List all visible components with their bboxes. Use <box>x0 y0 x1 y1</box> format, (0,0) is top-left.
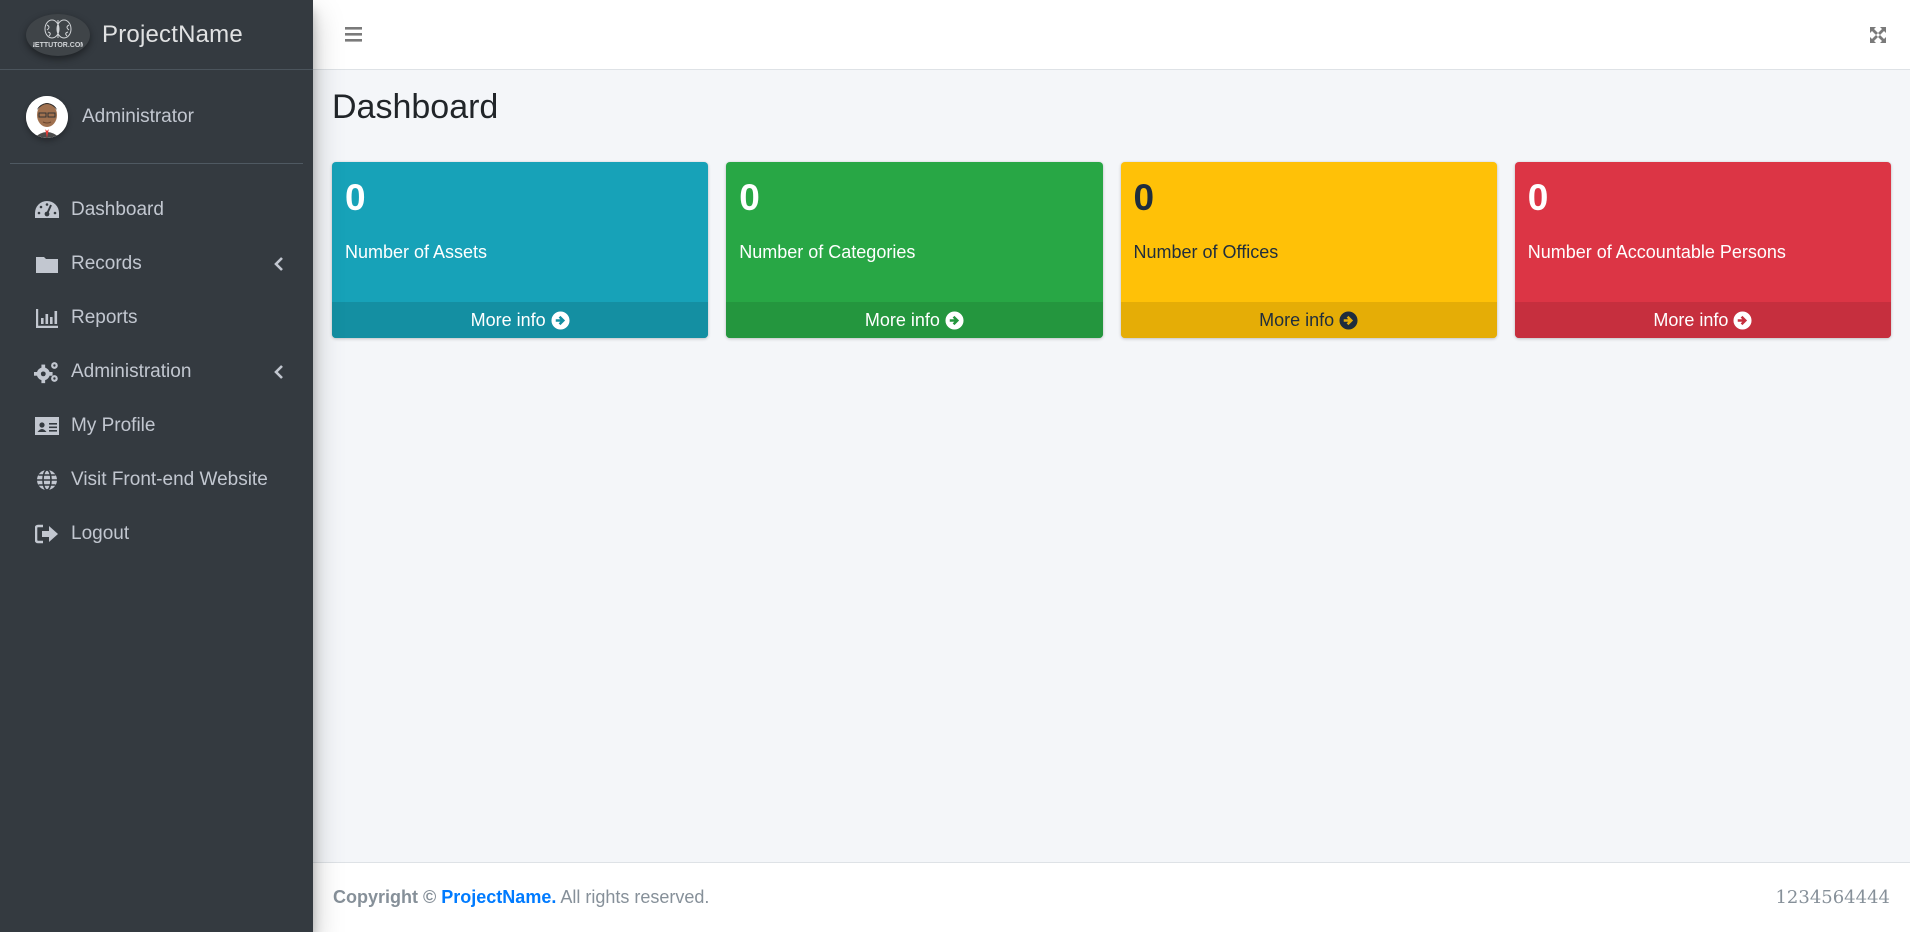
stat-card-categories: 0 Number of Categories More info <box>726 162 1103 338</box>
sidebar-item-label: Reports <box>71 307 138 328</box>
top-navbar <box>313 0 1910 70</box>
more-info-link[interactable]: More info <box>726 302 1103 338</box>
page-title: Dashboard <box>332 88 499 126</box>
sign-out-icon <box>34 522 60 546</box>
sidebar-item-logout[interactable]: Logout <box>0 507 313 561</box>
sidebar-item-label: Administration <box>71 361 192 382</box>
brand-logo-icon: NETTUTOR.COM <box>26 13 90 56</box>
sidebar-item-label: Records <box>71 253 142 274</box>
stat-cards: 0 Number of Assets More info 0 Number of… <box>332 162 1891 338</box>
user-avatar <box>26 95 68 138</box>
more-info-link[interactable]: More info <box>1514 302 1891 338</box>
svg-text:NETTUTOR.COM: NETTUTOR.COM <box>33 42 83 49</box>
sidebar-item-label: Visit Front-end Website <box>71 469 268 490</box>
stat-label: Number of Accountable Persons <box>1527 242 1786 263</box>
sidebar: NETTUTOR.COM ProjectName Administrator <box>0 0 313 932</box>
arrow-circle-right-icon <box>1339 310 1358 330</box>
stat-card-assets: 0 Number of Assets More info <box>332 162 709 338</box>
sidebar-item-records[interactable]: Records <box>0 237 313 291</box>
expand-icon[interactable] <box>1868 25 1888 45</box>
chevron-left-icon <box>273 364 285 380</box>
sidebar-item-label: Logout <box>71 523 130 544</box>
more-info-label: More info <box>1259 309 1335 330</box>
more-info-label: More info <box>864 309 940 330</box>
more-info-label: More info <box>1653 309 1729 330</box>
hamburger-icon[interactable] <box>343 24 365 44</box>
globe-icon <box>34 468 60 492</box>
copyright-prefix: Copyright © <box>333 887 437 907</box>
copyright: Copyright © ProjectName. All rights rese… <box>333 887 709 908</box>
stat-label: Number of Assets <box>345 242 488 263</box>
footer-right-text: 1234564444 <box>1775 887 1890 908</box>
rights-text: All rights reserved. <box>560 887 710 907</box>
sidebar-item-label: My Profile <box>71 415 156 436</box>
tachometer-icon <box>34 198 60 222</box>
brand-link[interactable]: NETTUTOR.COM ProjectName <box>0 0 313 70</box>
project-link[interactable]: ProjectName. <box>441 887 556 907</box>
sidebar-item-visit-website[interactable]: Visit Front-end Website <box>0 453 313 507</box>
stat-label: Number of Categories <box>739 242 916 263</box>
sidebar-item-my-profile[interactable]: My Profile <box>0 399 313 453</box>
user-name: Administrator <box>82 105 194 127</box>
stat-count: 0 <box>739 177 760 218</box>
stat-card-accountable-persons: 0 Number of Accountable Persons More inf… <box>1514 162 1891 338</box>
stat-label: Number of Offices <box>1133 242 1279 263</box>
more-info-link[interactable]: More info <box>332 302 709 338</box>
sidebar-item-administration[interactable]: Administration <box>0 345 313 399</box>
chevron-left-icon <box>273 256 285 272</box>
sidebar-item-reports[interactable]: Reports <box>0 291 313 345</box>
folder-icon <box>34 252 60 276</box>
cogs-icon <box>34 360 60 384</box>
sidebar-nav: Dashboard Records Reports Administration <box>0 183 313 561</box>
bar-chart-icon <box>34 306 60 330</box>
arrow-circle-right-icon <box>551 310 570 330</box>
id-card-icon <box>34 414 60 438</box>
user-panel[interactable]: Administrator <box>10 70 303 164</box>
stat-count: 0 <box>345 177 366 218</box>
arrow-circle-right-icon <box>945 310 964 330</box>
stat-count: 0 <box>1527 177 1549 218</box>
more-info-link[interactable]: More info <box>1120 302 1497 338</box>
brand-name: ProjectName <box>102 20 243 48</box>
more-info-label: More info <box>470 309 546 330</box>
stat-count: 0 <box>1133 177 1155 218</box>
arrow-circle-right-icon <box>1733 310 1752 330</box>
page-footer: Copyright © ProjectName. All rights rese… <box>313 862 1910 932</box>
sidebar-item-dashboard[interactable]: Dashboard <box>0 183 313 237</box>
stat-card-offices: 0 Number of Offices More info <box>1120 162 1497 338</box>
sidebar-item-label: Dashboard <box>71 199 164 220</box>
